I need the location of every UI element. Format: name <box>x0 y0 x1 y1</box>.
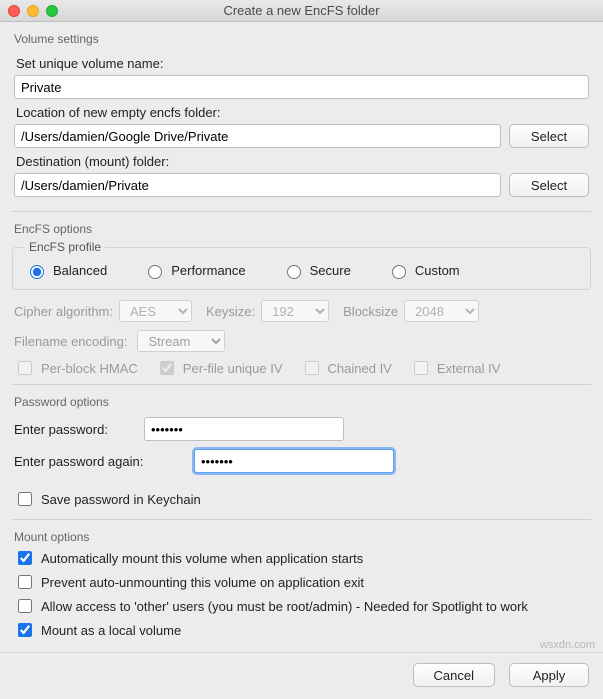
per-block-hmac-check: Per-block HMAC <box>14 358 138 378</box>
cipher-label: Cipher algorithm: <box>14 304 113 319</box>
cipher-select: AES <box>119 300 192 322</box>
per-file-iv-check: Per-file unique IV <box>156 358 283 378</box>
save-keychain-check[interactable]: Save password in Keychain <box>14 489 201 509</box>
volume-settings-group: Set unique volume name: Location of new … <box>12 48 591 205</box>
prevent-unmount-label: Prevent auto-unmounting this volume on a… <box>41 575 364 590</box>
window-title: Create a new EncFS folder <box>0 3 603 18</box>
apply-button[interactable]: Apply <box>509 663 589 687</box>
auto-mount-check[interactable]: Automatically mount this volume when app… <box>14 548 591 568</box>
destination-label: Destination (mount) folder: <box>16 154 589 169</box>
profile-secure[interactable]: Secure <box>282 262 351 279</box>
allow-other-check[interactable]: Allow access to 'other' users (you must … <box>14 596 591 616</box>
password-options-label: Password options <box>14 395 591 409</box>
prevent-unmount-checkbox[interactable] <box>18 575 32 589</box>
keysize-label: Keysize: <box>206 304 255 319</box>
blocksize-select: 2048 <box>404 300 479 322</box>
encfs-location-input[interactable] <box>14 124 501 148</box>
profile-performance-label: Performance <box>171 263 245 278</box>
password-input[interactable] <box>144 417 344 441</box>
keysize-select: 192 <box>261 300 329 322</box>
chained-iv-label: Chained IV <box>328 361 392 376</box>
divider <box>12 384 591 385</box>
divider <box>12 211 591 212</box>
cancel-button[interactable]: Cancel <box>413 663 495 687</box>
filename-encoding-select: Stream <box>137 330 225 352</box>
profile-balanced-radio[interactable] <box>30 265 44 279</box>
blocksize-label: Blocksize <box>343 304 398 319</box>
select-location-button[interactable]: Select <box>509 124 589 148</box>
external-iv-checkbox <box>414 361 428 375</box>
destination-input[interactable] <box>14 173 501 197</box>
enter-password-again-label: Enter password again: <box>14 454 184 469</box>
profile-custom-radio[interactable] <box>392 265 406 279</box>
encfs-profile-legend: EncFS profile <box>25 240 105 254</box>
encfs-options-label: EncFS options <box>14 222 591 236</box>
mount-options-label: Mount options <box>14 530 591 544</box>
enter-password-label: Enter password: <box>14 422 134 437</box>
auto-mount-label: Automatically mount this volume when app… <box>41 551 363 566</box>
profile-secure-label: Secure <box>310 263 351 278</box>
profile-performance[interactable]: Performance <box>143 262 245 279</box>
divider <box>12 519 591 520</box>
per-block-hmac-checkbox <box>18 361 32 375</box>
titlebar: Create a new EncFS folder <box>0 0 603 22</box>
local-volume-checkbox[interactable] <box>18 623 32 637</box>
profile-custom-label: Custom <box>415 263 460 278</box>
encfs-location-label: Location of new empty encfs folder: <box>16 105 589 120</box>
volume-name-input[interactable] <box>14 75 589 99</box>
volume-name-label: Set unique volume name: <box>16 56 589 71</box>
profile-balanced-label: Balanced <box>53 263 107 278</box>
profile-performance-radio[interactable] <box>148 265 162 279</box>
profile-secure-radio[interactable] <box>287 265 301 279</box>
profile-custom[interactable]: Custom <box>387 262 460 279</box>
per-file-iv-checkbox <box>160 361 174 375</box>
prevent-unmount-check[interactable]: Prevent auto-unmounting this volume on a… <box>14 572 591 592</box>
external-iv-label: External IV <box>437 361 501 376</box>
allow-other-checkbox[interactable] <box>18 599 32 613</box>
allow-other-label: Allow access to 'other' users (you must … <box>41 599 528 614</box>
per-block-hmac-label: Per-block HMAC <box>41 361 138 376</box>
password-again-input[interactable] <box>194 449 394 473</box>
footer: Cancel Apply <box>0 652 603 699</box>
encfs-profile-group: EncFS profile Balanced Performance Secur… <box>12 240 591 290</box>
watermark: wsxdn.com <box>540 639 595 651</box>
auto-mount-checkbox[interactable] <box>18 551 32 565</box>
local-volume-check[interactable]: Mount as a local volume <box>14 620 591 640</box>
volume-settings-label: Volume settings <box>14 32 591 46</box>
save-keychain-label: Save password in Keychain <box>41 492 201 507</box>
profile-balanced[interactable]: Balanced <box>25 262 107 279</box>
filename-encoding-label: Filename encoding: <box>14 334 127 349</box>
local-volume-label: Mount as a local volume <box>41 623 181 638</box>
save-keychain-checkbox[interactable] <box>18 492 32 506</box>
select-destination-button[interactable]: Select <box>509 173 589 197</box>
external-iv-check: External IV <box>410 358 501 378</box>
per-file-iv-label: Per-file unique IV <box>183 361 283 376</box>
chained-iv-checkbox <box>305 361 319 375</box>
chained-iv-check: Chained IV <box>301 358 392 378</box>
